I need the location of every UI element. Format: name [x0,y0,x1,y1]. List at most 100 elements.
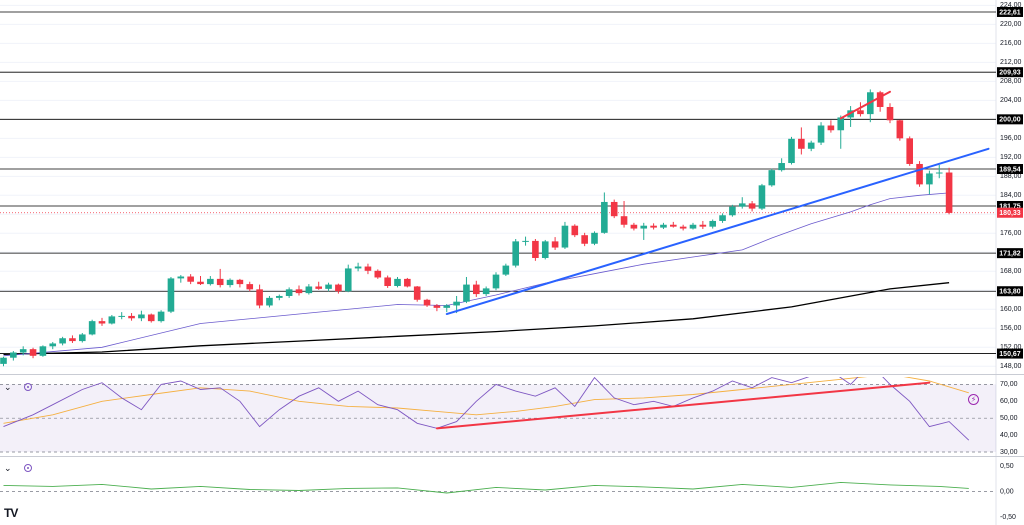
candle-down [571,225,579,236]
macd-tick-label: -0,50 [1000,514,1016,521]
candle-up [522,240,529,242]
candle-down [315,286,322,289]
candle-up [157,311,165,322]
candle-up [394,278,401,287]
candle-down [69,338,76,342]
price-tick-label: 156,00 [1000,325,1022,332]
candle-down [699,224,707,227]
candle-up [108,316,116,324]
candle-up [817,125,825,143]
candle-up [719,215,726,221]
candle-down [532,240,539,258]
price-tick-label: 216,00 [1000,40,1022,47]
candle-down [748,203,756,209]
level-label: 209,93 [999,70,1021,77]
candle-down [98,321,106,324]
price-tick-label: 192,00 [1000,154,1022,161]
rsi-collapse-toggle[interactable]: ⌄ [4,382,12,392]
candle-up [709,220,716,227]
candle-up [591,232,598,244]
rsi-settings-icon[interactable] [24,383,32,391]
price-tick-label: 160,00 [1000,306,1022,313]
candle-up [266,297,273,306]
macd-settings-icon[interactable] [24,464,32,472]
level-label: 150,67 [999,351,1021,358]
candle-up [177,276,185,279]
candle-up [305,286,313,294]
candle-down [650,225,657,228]
rsi-tick-label: 40,00 [1000,432,1018,439]
price-tick-label: 188,00 [1000,173,1022,180]
candle-up [729,206,736,216]
price-tick-label: 208,00 [1000,78,1022,85]
candle-down [798,138,805,149]
candle-down [197,281,204,285]
candle-down [423,299,431,306]
candle-down [413,286,421,300]
level-label: 163,80 [999,289,1021,296]
candle-up [138,314,145,319]
candle-up [354,266,362,269]
level-label: 171,82 [999,250,1021,257]
candle-down [620,216,628,225]
rsi-tick-label: 30,00 [1000,449,1018,456]
candle-down [29,349,37,356]
candle-up [788,138,795,164]
candle-down [670,224,677,227]
candle-down [256,289,263,306]
candle-down [876,92,884,107]
candle-up [10,352,17,358]
candle-up [19,349,27,353]
candle-up [561,225,569,248]
candle-up [167,278,175,312]
current-price-label: 180,33 [999,210,1021,217]
candle-down [827,125,835,131]
candle-down [246,284,254,290]
candle-up [926,173,933,185]
candle-down [433,305,441,308]
price-tick-label: 184,00 [1000,192,1022,199]
candle-down [630,224,638,229]
candle-up [660,224,667,228]
price-tick-label: 176,00 [1000,230,1022,237]
price-tick-label: 204,00 [1000,97,1022,104]
candle-up [344,268,352,292]
candle-up [0,357,7,364]
candle-up [59,338,66,344]
candle-down [473,284,480,295]
level-label: 222,61 [999,9,1021,16]
candle-down [906,138,913,164]
candle-up [276,295,283,298]
candle-up [778,163,785,171]
candle-up [88,321,96,335]
candle-down [581,235,588,244]
candle-down [886,106,894,121]
candle-down [610,201,618,217]
candle-down [147,314,155,322]
candle-up [118,315,125,317]
candle-down [857,110,864,115]
candle-up [512,241,519,266]
alert-flash-icon[interactable]: ⚡ [968,394,979,405]
candle-up [463,284,470,302]
candle-up [443,305,451,308]
macd-tick-label: 0,50 [1000,463,1014,470]
candle-up [39,346,47,356]
candle-down [236,279,244,285]
rsi-tick-label: 50,00 [1000,415,1018,422]
chart-canvas[interactable]: 224,00220,00216,00212,00208,00204,00200,… [0,0,1024,525]
candle-up [285,289,293,296]
level-label: 189,54 [999,166,1021,173]
candle-down [335,284,342,292]
candle-up [601,201,608,233]
candle-up [492,274,500,289]
candle-down [551,241,559,248]
candle-down [216,278,224,286]
price-tick-label: 168,00 [1000,268,1022,275]
macd-collapse-toggle[interactable]: ⌄ [4,463,12,473]
level-label: 200,00 [999,117,1021,124]
price-tick-label: 220,00 [1000,21,1022,28]
candle-down [916,163,923,185]
candle-up [207,278,214,285]
candle-down [384,277,391,287]
